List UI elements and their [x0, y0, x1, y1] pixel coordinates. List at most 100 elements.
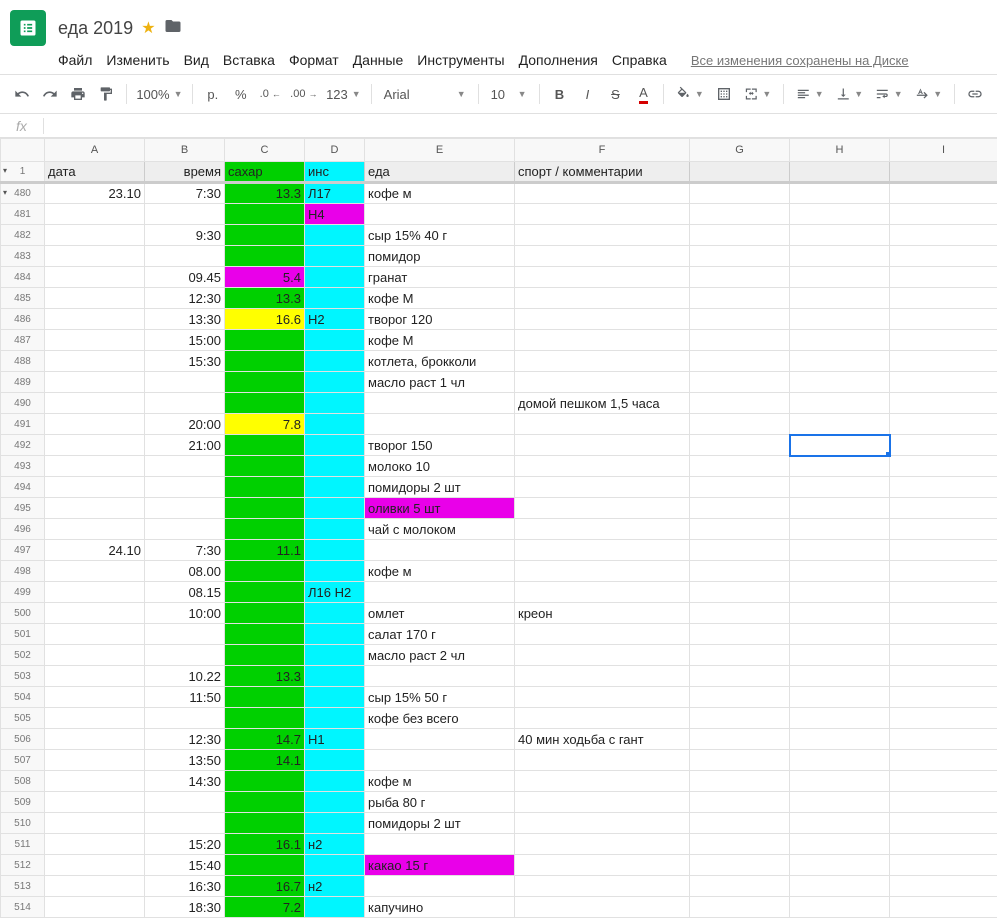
- cell[interactable]: [305, 771, 365, 792]
- format-percent[interactable]: %: [229, 81, 253, 107]
- cell[interactable]: [890, 834, 997, 855]
- cell[interactable]: [790, 330, 890, 351]
- cell-c1[interactable]: сахар: [225, 162, 305, 183]
- cell[interactable]: [690, 183, 790, 204]
- cell[interactable]: [690, 267, 790, 288]
- row-header[interactable]: 494: [1, 477, 45, 498]
- cell[interactable]: Л16 Н2: [305, 582, 365, 603]
- cell[interactable]: [305, 435, 365, 456]
- cell[interactable]: [365, 729, 515, 750]
- cell[interactable]: [45, 330, 145, 351]
- format-currency[interactable]: р.: [201, 81, 225, 107]
- cell[interactable]: [790, 393, 890, 414]
- cell[interactable]: [790, 225, 890, 246]
- cell[interactable]: Н4: [305, 204, 365, 225]
- table-row[interactable]: 51115:2016.1н2: [1, 834, 997, 855]
- cell[interactable]: [45, 498, 145, 519]
- col-header-a[interactable]: A: [45, 139, 145, 162]
- cell[interactable]: [690, 435, 790, 456]
- cell[interactable]: [305, 267, 365, 288]
- cell[interactable]: [515, 666, 690, 687]
- col-header-c[interactable]: C: [225, 139, 305, 162]
- cell[interactable]: [515, 582, 690, 603]
- cell[interactable]: [890, 309, 997, 330]
- cell[interactable]: [515, 498, 690, 519]
- insert-link-icon[interactable]: [963, 81, 987, 107]
- cell[interactable]: [790, 372, 890, 393]
- table-row[interactable]: 49221:00творог 150: [1, 435, 997, 456]
- table-row[interactable]: 51418:307.2капучино: [1, 897, 997, 918]
- cell[interactable]: [790, 351, 890, 372]
- zoom-dropdown[interactable]: 100%▼: [135, 81, 184, 107]
- cell-d1[interactable]: инс: [305, 162, 365, 183]
- cell[interactable]: [515, 267, 690, 288]
- cell[interactable]: [690, 687, 790, 708]
- row-header[interactable]: 512: [1, 855, 45, 876]
- cell[interactable]: 16:30: [145, 876, 225, 897]
- cell[interactable]: [890, 729, 997, 750]
- cell[interactable]: домой пешком 1,5 часа: [515, 393, 690, 414]
- cell[interactable]: [45, 603, 145, 624]
- table-row[interactable]: 50612:3014.7Н140 мин ходьба с гант: [1, 729, 997, 750]
- menu-edit[interactable]: Изменить: [106, 52, 169, 68]
- cell[interactable]: [365, 834, 515, 855]
- table-row[interactable]: 51215:40какао 15 г: [1, 855, 997, 876]
- row-header[interactable]: 509: [1, 792, 45, 813]
- cell[interactable]: [45, 771, 145, 792]
- cell[interactable]: [890, 225, 997, 246]
- cell[interactable]: [45, 834, 145, 855]
- cell[interactable]: [145, 498, 225, 519]
- cell[interactable]: 16.6: [225, 309, 305, 330]
- cell[interactable]: [890, 351, 997, 372]
- cell[interactable]: [305, 540, 365, 561]
- cell[interactable]: [305, 393, 365, 414]
- cell[interactable]: [225, 792, 305, 813]
- cell[interactable]: [145, 477, 225, 498]
- cell[interactable]: [305, 897, 365, 918]
- cell[interactable]: [790, 183, 890, 204]
- cell[interactable]: 14:30: [145, 771, 225, 792]
- cell[interactable]: [890, 771, 997, 792]
- cell[interactable]: [790, 813, 890, 834]
- cell[interactable]: 21:00: [145, 435, 225, 456]
- cell[interactable]: [890, 582, 997, 603]
- cell-b1[interactable]: время: [145, 162, 225, 183]
- table-row[interactable]: 495оливки 5 шт: [1, 498, 997, 519]
- cell[interactable]: [305, 855, 365, 876]
- cell[interactable]: [790, 666, 890, 687]
- cell[interactable]: [890, 414, 997, 435]
- cell[interactable]: [890, 687, 997, 708]
- cell[interactable]: [690, 624, 790, 645]
- cell[interactable]: [225, 561, 305, 582]
- cell[interactable]: [515, 246, 690, 267]
- row-header[interactable]: 486: [1, 309, 45, 330]
- cell[interactable]: 40 мин ходьба с гант: [515, 729, 690, 750]
- cell[interactable]: [515, 309, 690, 330]
- cell[interactable]: [305, 813, 365, 834]
- table-row[interactable]: 494помидоры 2 шт: [1, 477, 997, 498]
- table-row[interactable]: 50814:30кофе м: [1, 771, 997, 792]
- h-align-button[interactable]: ▼: [792, 81, 827, 107]
- cell[interactable]: [890, 792, 997, 813]
- cell[interactable]: [690, 708, 790, 729]
- folder-icon[interactable]: [164, 17, 182, 40]
- frozen-header-row[interactable]: 1 дата время сахар инс еда спорт / комме…: [1, 162, 997, 183]
- decrease-decimal[interactable]: .0 ←: [257, 81, 284, 107]
- cell[interactable]: [515, 792, 690, 813]
- cell[interactable]: [305, 330, 365, 351]
- font-dropdown[interactable]: Arial▼: [380, 81, 470, 107]
- row-header[interactable]: 481: [1, 204, 45, 225]
- cell[interactable]: [225, 645, 305, 666]
- cell[interactable]: [690, 729, 790, 750]
- cell[interactable]: [890, 435, 997, 456]
- table-row[interactable]: 505кофе без всего: [1, 708, 997, 729]
- cell[interactable]: [305, 666, 365, 687]
- cell[interactable]: [515, 876, 690, 897]
- cell[interactable]: [305, 414, 365, 435]
- cell[interactable]: [45, 204, 145, 225]
- cell[interactable]: [45, 897, 145, 918]
- cell[interactable]: [690, 288, 790, 309]
- cell[interactable]: [45, 729, 145, 750]
- cell[interactable]: [890, 372, 997, 393]
- cell[interactable]: [365, 393, 515, 414]
